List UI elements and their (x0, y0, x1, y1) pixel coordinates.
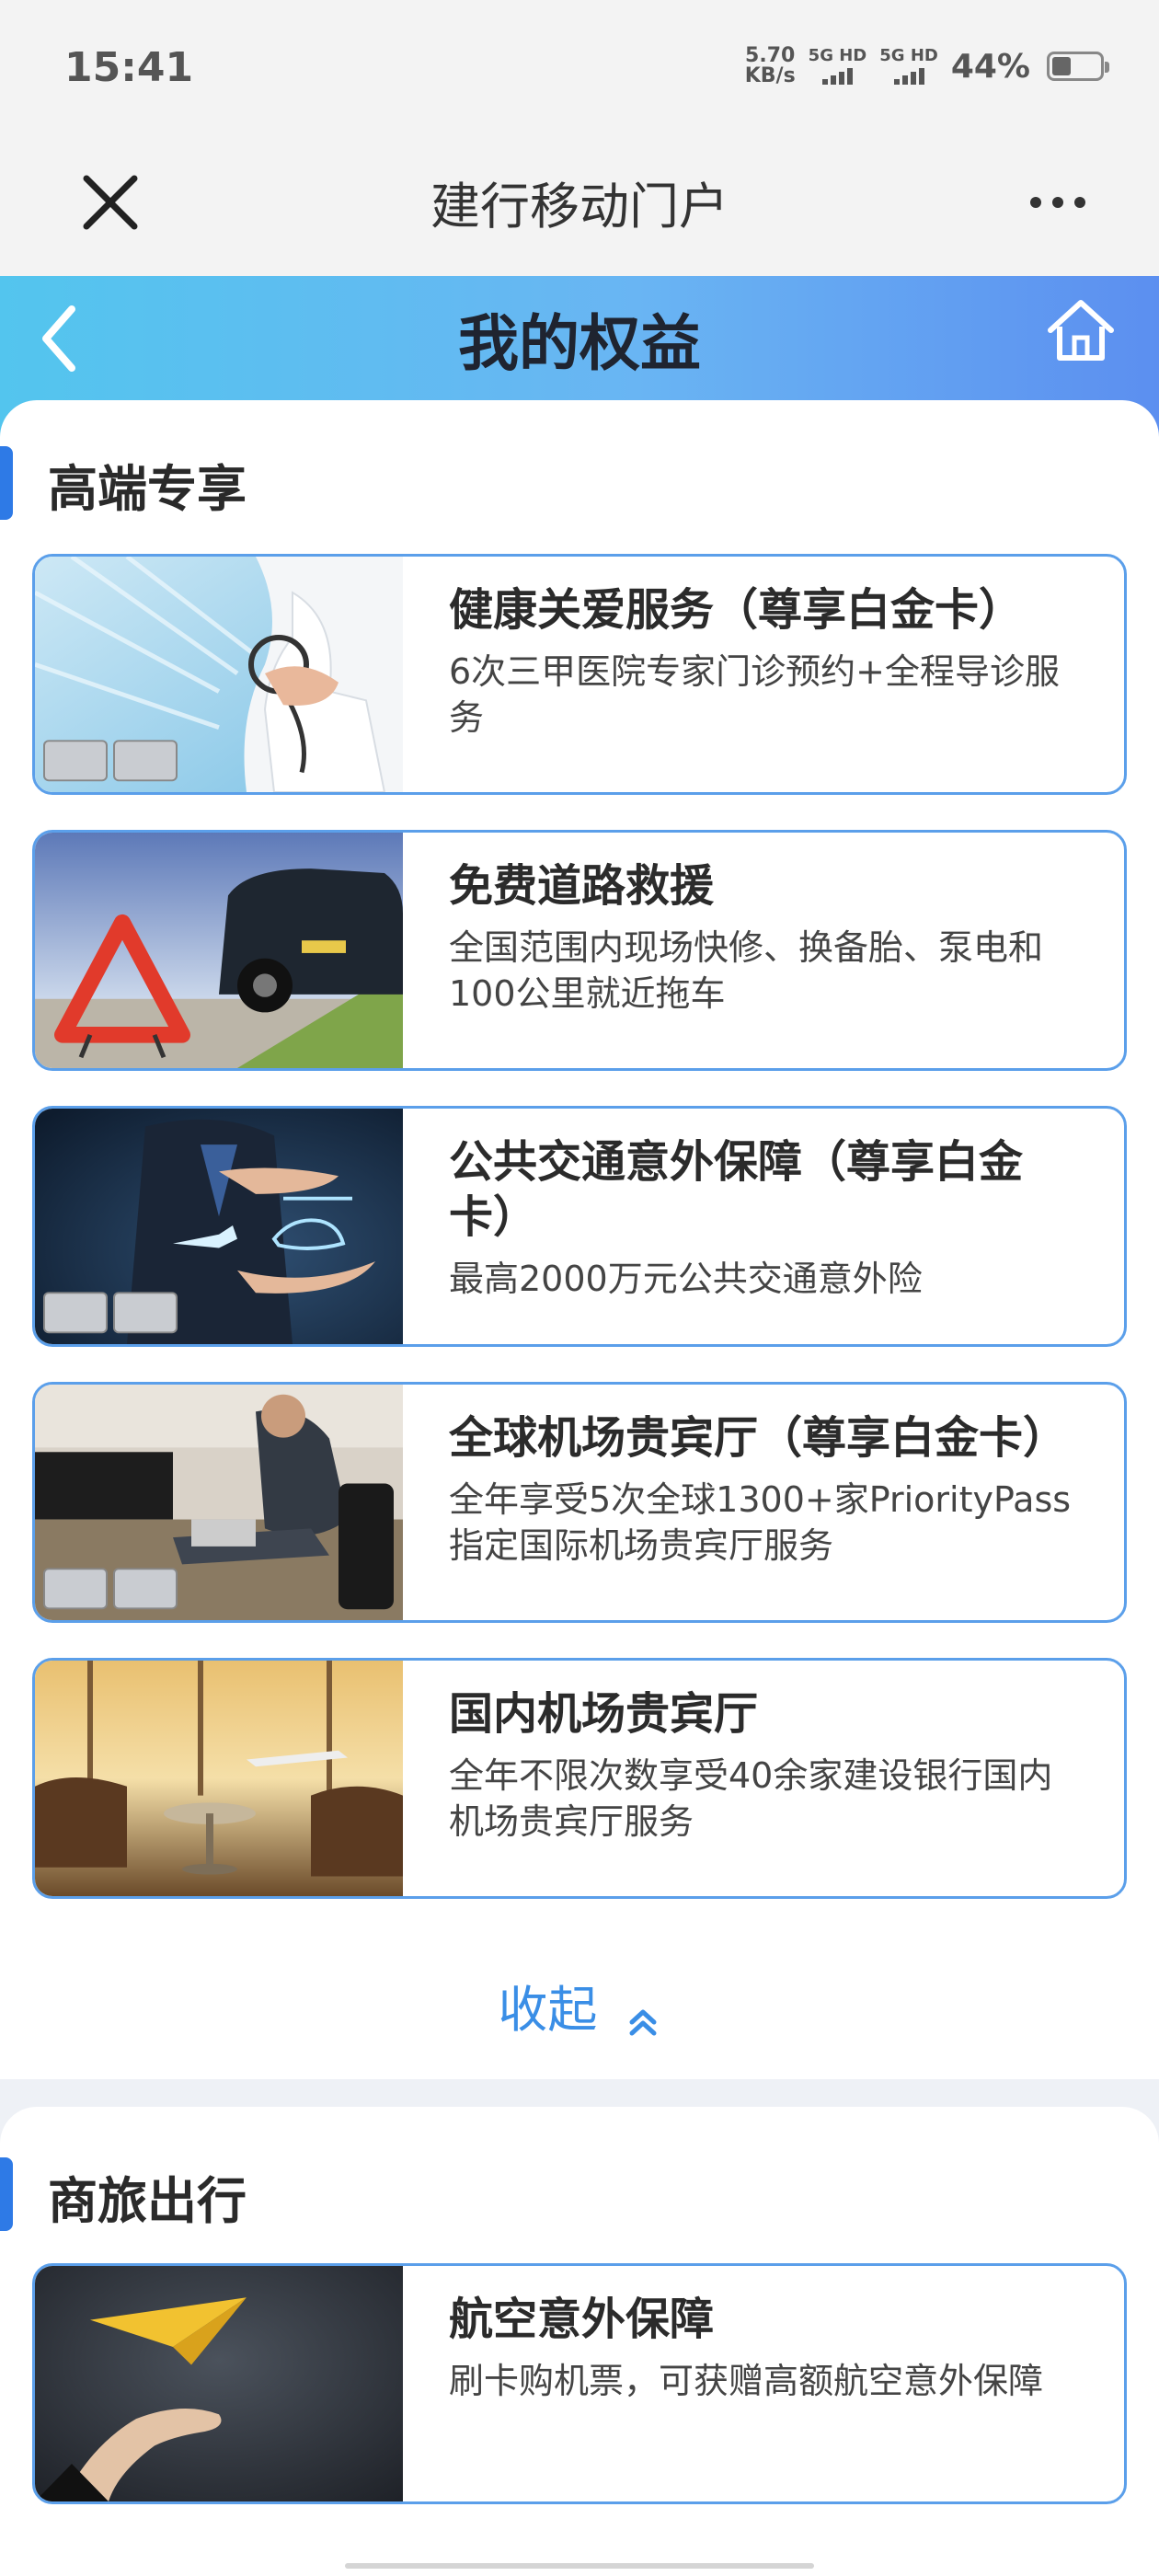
card-desc: 刷卡购机票，可获赠高额航空意外保障 (449, 2361, 1044, 2401)
status-time: 15:41 (64, 44, 194, 91)
global-lounge-image (35, 1385, 403, 1620)
flight-insurance-image (35, 2266, 403, 2501)
more-icon[interactable] (1021, 184, 1095, 221)
home-icon[interactable] (1039, 290, 1122, 373)
card-title: 免费道路救援 (449, 860, 715, 912)
net-speed: 5.70 KB/s (744, 44, 796, 87)
card-title: 公共交通意外保障（尊享白金卡） (449, 1136, 1024, 1243)
section-accent-bar (0, 2157, 13, 2231)
nav-title: 建行移动门户 (430, 178, 729, 236)
benefit-card-global-lounge[interactable]: 全球机场贵宾厅（尊享白金卡） 全年享受5次全球1300+家PriorityPas… (32, 1382, 1127, 1623)
card-title: 国内机场贵宾厅 (449, 1688, 759, 1740)
battery-percent: 44% (950, 47, 1030, 86)
card-desc: 全年不限次数享受40余家建设银行国内机场贵宾厅服务 (449, 1755, 1053, 1842)
collapse-label: 收起 (498, 1981, 598, 2039)
section-title: 商旅出行 (48, 2172, 247, 2230)
status-indicators: 5.70 KB/s 5G HD 5G HD 44% (744, 44, 1109, 87)
card-title: 健康关爱服务（尊享白金卡） (449, 584, 1024, 636)
benefit-card-health[interactable]: 健康关爱服务（尊享白金卡） 6次三甲医院专家门诊预约+全程导诊服务 (32, 554, 1127, 795)
double-chevron-up-icon (625, 1995, 661, 2036)
page-title: 我的权益 (458, 308, 701, 379)
card-desc: 6次三甲医院专家门诊预约+全程导诊服务 (449, 651, 1061, 738)
card-text: 航空意外保障 刷卡购机票，可获赠高额航空意外保障 (449, 2292, 1087, 2501)
battery-icon (1047, 52, 1109, 81)
status-bar: 15:41 5.70 KB/s 5G HD 5G HD 44% (0, 0, 1159, 138)
card-desc: 全国范围内现场快修、换备胎、泵电和100公里就近拖车 (449, 927, 1044, 1014)
card-desc: 全年享受5次全球1300+家PriorityPass指定国际机场贵宾厅服务 (449, 1479, 1072, 1566)
nav-bar: 建行移动门户 (0, 138, 1159, 276)
card-text: 健康关爱服务（尊享白金卡） 6次三甲医院专家门诊预约+全程导诊服务 (449, 582, 1087, 792)
sim2-signal-icon: 5G HD (879, 48, 938, 85)
card-text: 全球机场贵宾厅（尊享白金卡） 全年享受5次全球1300+家PriorityPas… (449, 1410, 1087, 1620)
section-accent-bar (0, 446, 13, 520)
section-premium: 高端专享 健康关爱服务（尊享白金卡） 6次三甲医院专家门诊预约+全程导诊服务 免… (0, 400, 1159, 2079)
doctor-image (35, 557, 403, 792)
road-rescue-image (35, 833, 403, 1068)
card-text: 公共交通意外保障（尊享白金卡） 最高2000万元公共交通意外险 (449, 1134, 1087, 1344)
transport-insurance-image (35, 1109, 403, 1344)
card-text: 免费道路救援 全国范围内现场快修、换备胎、泵电和100公里就近拖车 (449, 858, 1087, 1068)
collapse-button[interactable]: 收起 (0, 1969, 1159, 2041)
home-indicator[interactable] (345, 2563, 814, 2569)
benefit-card-road-rescue[interactable]: 免费道路救援 全国范围内现场快修、换备胎、泵电和100公里就近拖车 (32, 830, 1127, 1071)
benefit-card-transport-insurance[interactable]: 公共交通意外保障（尊享白金卡） 最高2000万元公共交通意外险 (32, 1106, 1127, 1347)
benefit-card-domestic-lounge[interactable]: 国内机场贵宾厅 全年不限次数享受40余家建设银行国内机场贵宾厅服务 (32, 1658, 1127, 1899)
section-title: 高端专享 (48, 460, 247, 518)
sim1-signal-icon: 5G HD (809, 48, 866, 85)
section-business-travel: 商旅出行 航空意外保障 刷卡购机票，可获赠高额航空意外保障 (0, 2107, 1159, 2576)
card-text: 国内机场贵宾厅 全年不限次数享受40余家建设银行国内机场贵宾厅服务 (449, 1686, 1087, 1896)
card-title: 航空意外保障 (449, 2294, 715, 2345)
card-title: 全球机场贵宾厅（尊享白金卡） (449, 1412, 1068, 1464)
domestic-lounge-image (35, 1661, 403, 1896)
benefit-card-flight-insurance[interactable]: 航空意外保障 刷卡购机票，可获赠高额航空意外保障 (32, 2263, 1127, 2504)
card-desc: 最高2000万元公共交通意外险 (449, 1259, 923, 1299)
